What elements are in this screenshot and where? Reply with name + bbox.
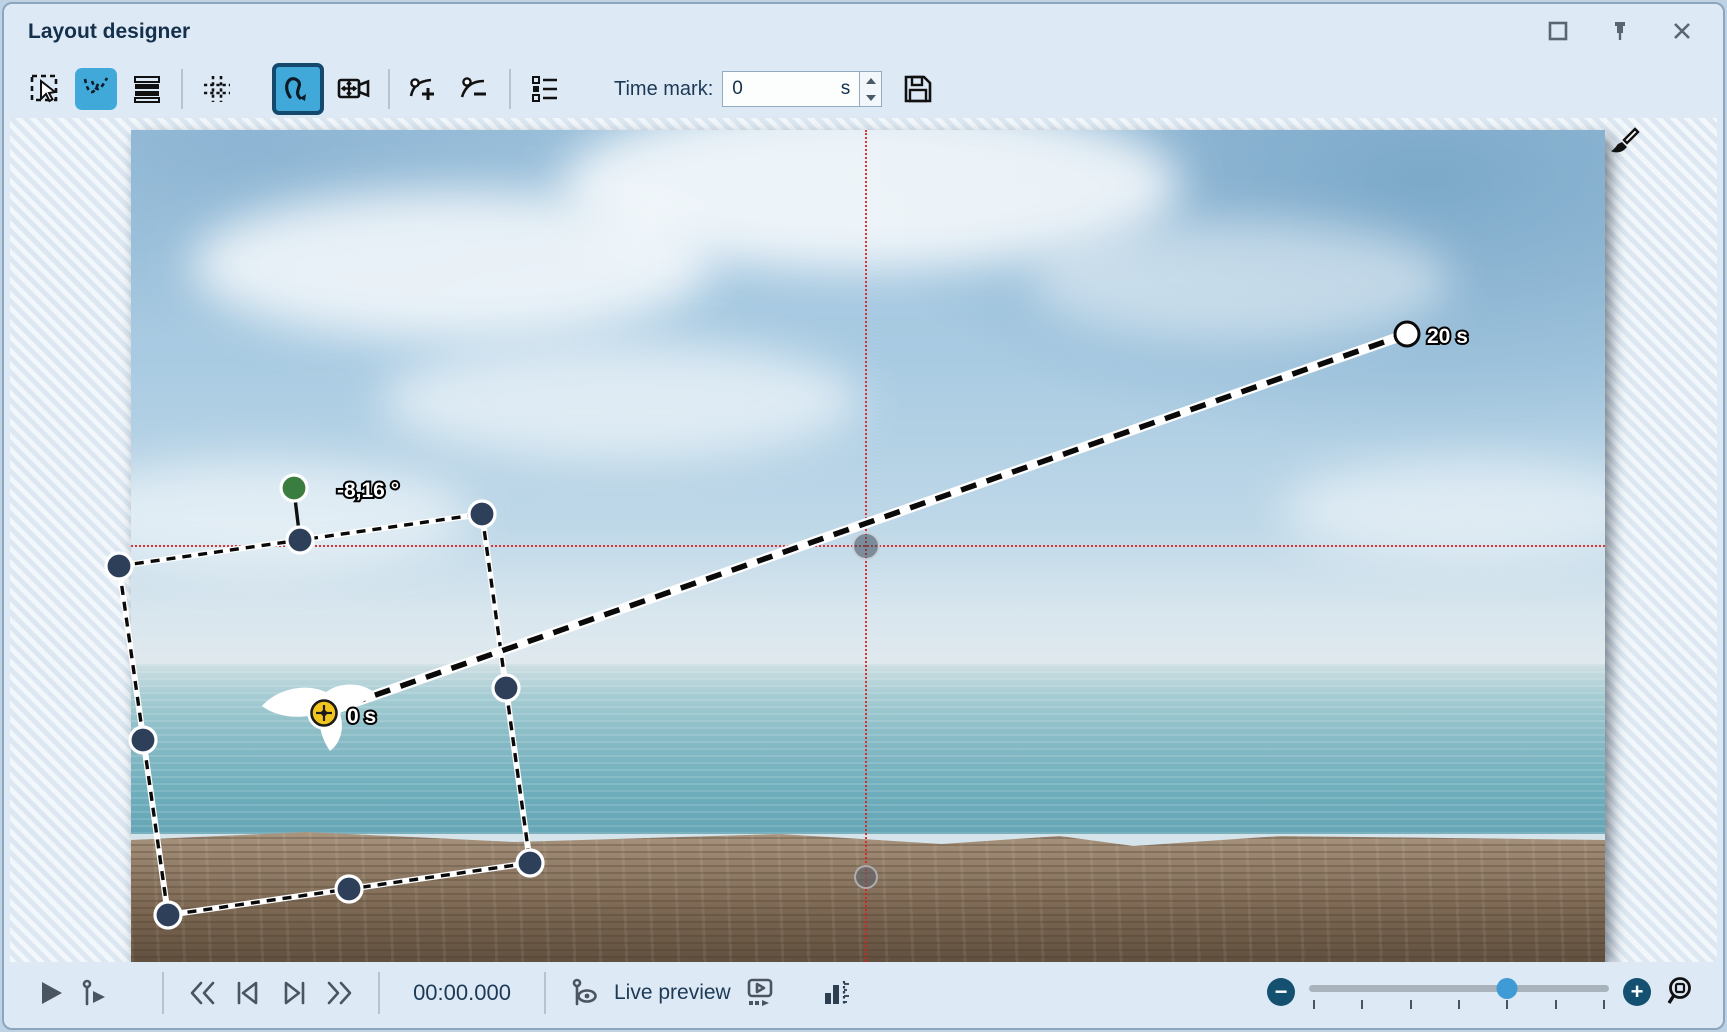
close-button[interactable]	[1669, 18, 1695, 44]
time-mark-value: 0	[732, 78, 841, 100]
playback-divider	[162, 972, 164, 1014]
live-preview-toggle[interactable]	[568, 977, 600, 1009]
toolbar: Time mark: 0 s	[24, 62, 1703, 116]
pin-button[interactable]	[1607, 18, 1633, 44]
playback-divider	[544, 972, 546, 1014]
draw-path-icon	[281, 72, 315, 106]
zoom-fit-button[interactable]	[1665, 975, 1699, 1009]
play-icon	[36, 978, 66, 1008]
playback-bar: 00:00.000 Live preview	[10, 962, 1717, 1024]
save-button[interactable]	[897, 68, 939, 110]
zoom-slider-track[interactable]	[1309, 985, 1609, 992]
zoom-slider[interactable]	[1309, 974, 1609, 1010]
select-icon	[28, 72, 62, 106]
playback-divider	[378, 972, 380, 1014]
live-preview-label: Live preview	[614, 981, 731, 1005]
maximize-button[interactable]	[1545, 18, 1571, 44]
rewind-icon	[186, 978, 218, 1008]
time-mark-label: Time mark:	[614, 78, 713, 101]
play-button[interactable]	[36, 978, 66, 1008]
spin-up-icon	[866, 78, 876, 84]
add-keypoint-icon	[407, 72, 441, 106]
cloud	[1031, 220, 1451, 340]
preview-window-button[interactable]	[745, 977, 777, 1009]
toolbar-divider	[509, 69, 511, 109]
spin-down-icon	[866, 95, 876, 101]
remove-keypoint-button[interactable]	[454, 68, 496, 110]
zoom-out-button[interactable]: −	[1267, 978, 1295, 1006]
minus-icon: −	[1275, 981, 1288, 1003]
time-mark-unit: s	[841, 78, 851, 100]
close-icon	[1671, 20, 1693, 42]
keypoint-list-button[interactable]	[524, 68, 566, 110]
timecode-display: 00:00.000	[402, 980, 522, 1006]
plus-icon: +	[1631, 981, 1644, 1003]
previous-keypoint-button[interactable]	[232, 978, 264, 1008]
layout-canvas[interactable]	[131, 130, 1605, 962]
time-mark-spin-down[interactable]	[860, 89, 881, 106]
camera-pan-button[interactable]	[333, 68, 375, 110]
curve-mode-button[interactable]	[75, 68, 117, 110]
preview-window-icon	[745, 977, 777, 1009]
toolbar-divider	[388, 69, 390, 109]
statistics-icon	[821, 977, 851, 1009]
layout-designer-window: Layout designer	[2, 2, 1725, 1030]
time-mark-input[interactable]: 0 s	[722, 71, 860, 107]
cloud	[131, 460, 471, 570]
titlebar[interactable]: Layout designer	[4, 4, 1723, 58]
zoom-slider-thumb[interactable]	[1497, 978, 1518, 999]
canvas-center-point[interactable]	[852, 532, 880, 560]
photo-sea	[131, 664, 1605, 834]
zoom-slider-ticks	[1313, 1000, 1605, 1009]
layers-icon	[130, 72, 164, 106]
zoom-fit-icon	[1665, 975, 1699, 1009]
grid-button[interactable]	[196, 68, 238, 110]
keypoint-list-icon	[528, 72, 562, 106]
zoom-in-button[interactable]: +	[1623, 978, 1651, 1006]
previous-keypoint-icon	[232, 978, 264, 1008]
draw-path-tool-button[interactable]	[272, 63, 324, 115]
grid-icon	[200, 72, 234, 106]
time-mark-spin-up[interactable]	[860, 72, 881, 89]
fast-forward-button[interactable]	[324, 978, 356, 1008]
play-from-marker-icon	[80, 978, 110, 1008]
camera-pan-icon	[336, 72, 372, 106]
photo-wood-planks	[131, 830, 1605, 962]
window-title: Layout designer	[28, 20, 190, 44]
statistics-button[interactable]	[821, 977, 851, 1009]
cloud	[381, 340, 861, 460]
select-tool-button[interactable]	[24, 68, 66, 110]
zoom-controls: − +	[1267, 968, 1699, 1016]
paintbrush-cursor-icon	[1602, 124, 1642, 168]
rewind-button[interactable]	[186, 978, 218, 1008]
layers-button[interactable]	[126, 68, 168, 110]
add-keypoint-button[interactable]	[403, 68, 445, 110]
curve-mode-icon	[79, 72, 113, 106]
maximize-icon	[1547, 20, 1569, 42]
save-icon	[901, 72, 935, 106]
play-from-marker-button[interactable]	[80, 978, 110, 1008]
toolbar-divider	[181, 69, 183, 109]
pin-icon	[1608, 19, 1632, 43]
fast-forward-icon	[324, 978, 356, 1008]
next-keypoint-icon	[278, 978, 310, 1008]
canvas-lower-anchor-point	[854, 865, 878, 889]
live-preview-icon	[568, 977, 600, 1009]
next-keypoint-button[interactable]	[278, 978, 310, 1008]
remove-keypoint-icon	[458, 72, 492, 106]
